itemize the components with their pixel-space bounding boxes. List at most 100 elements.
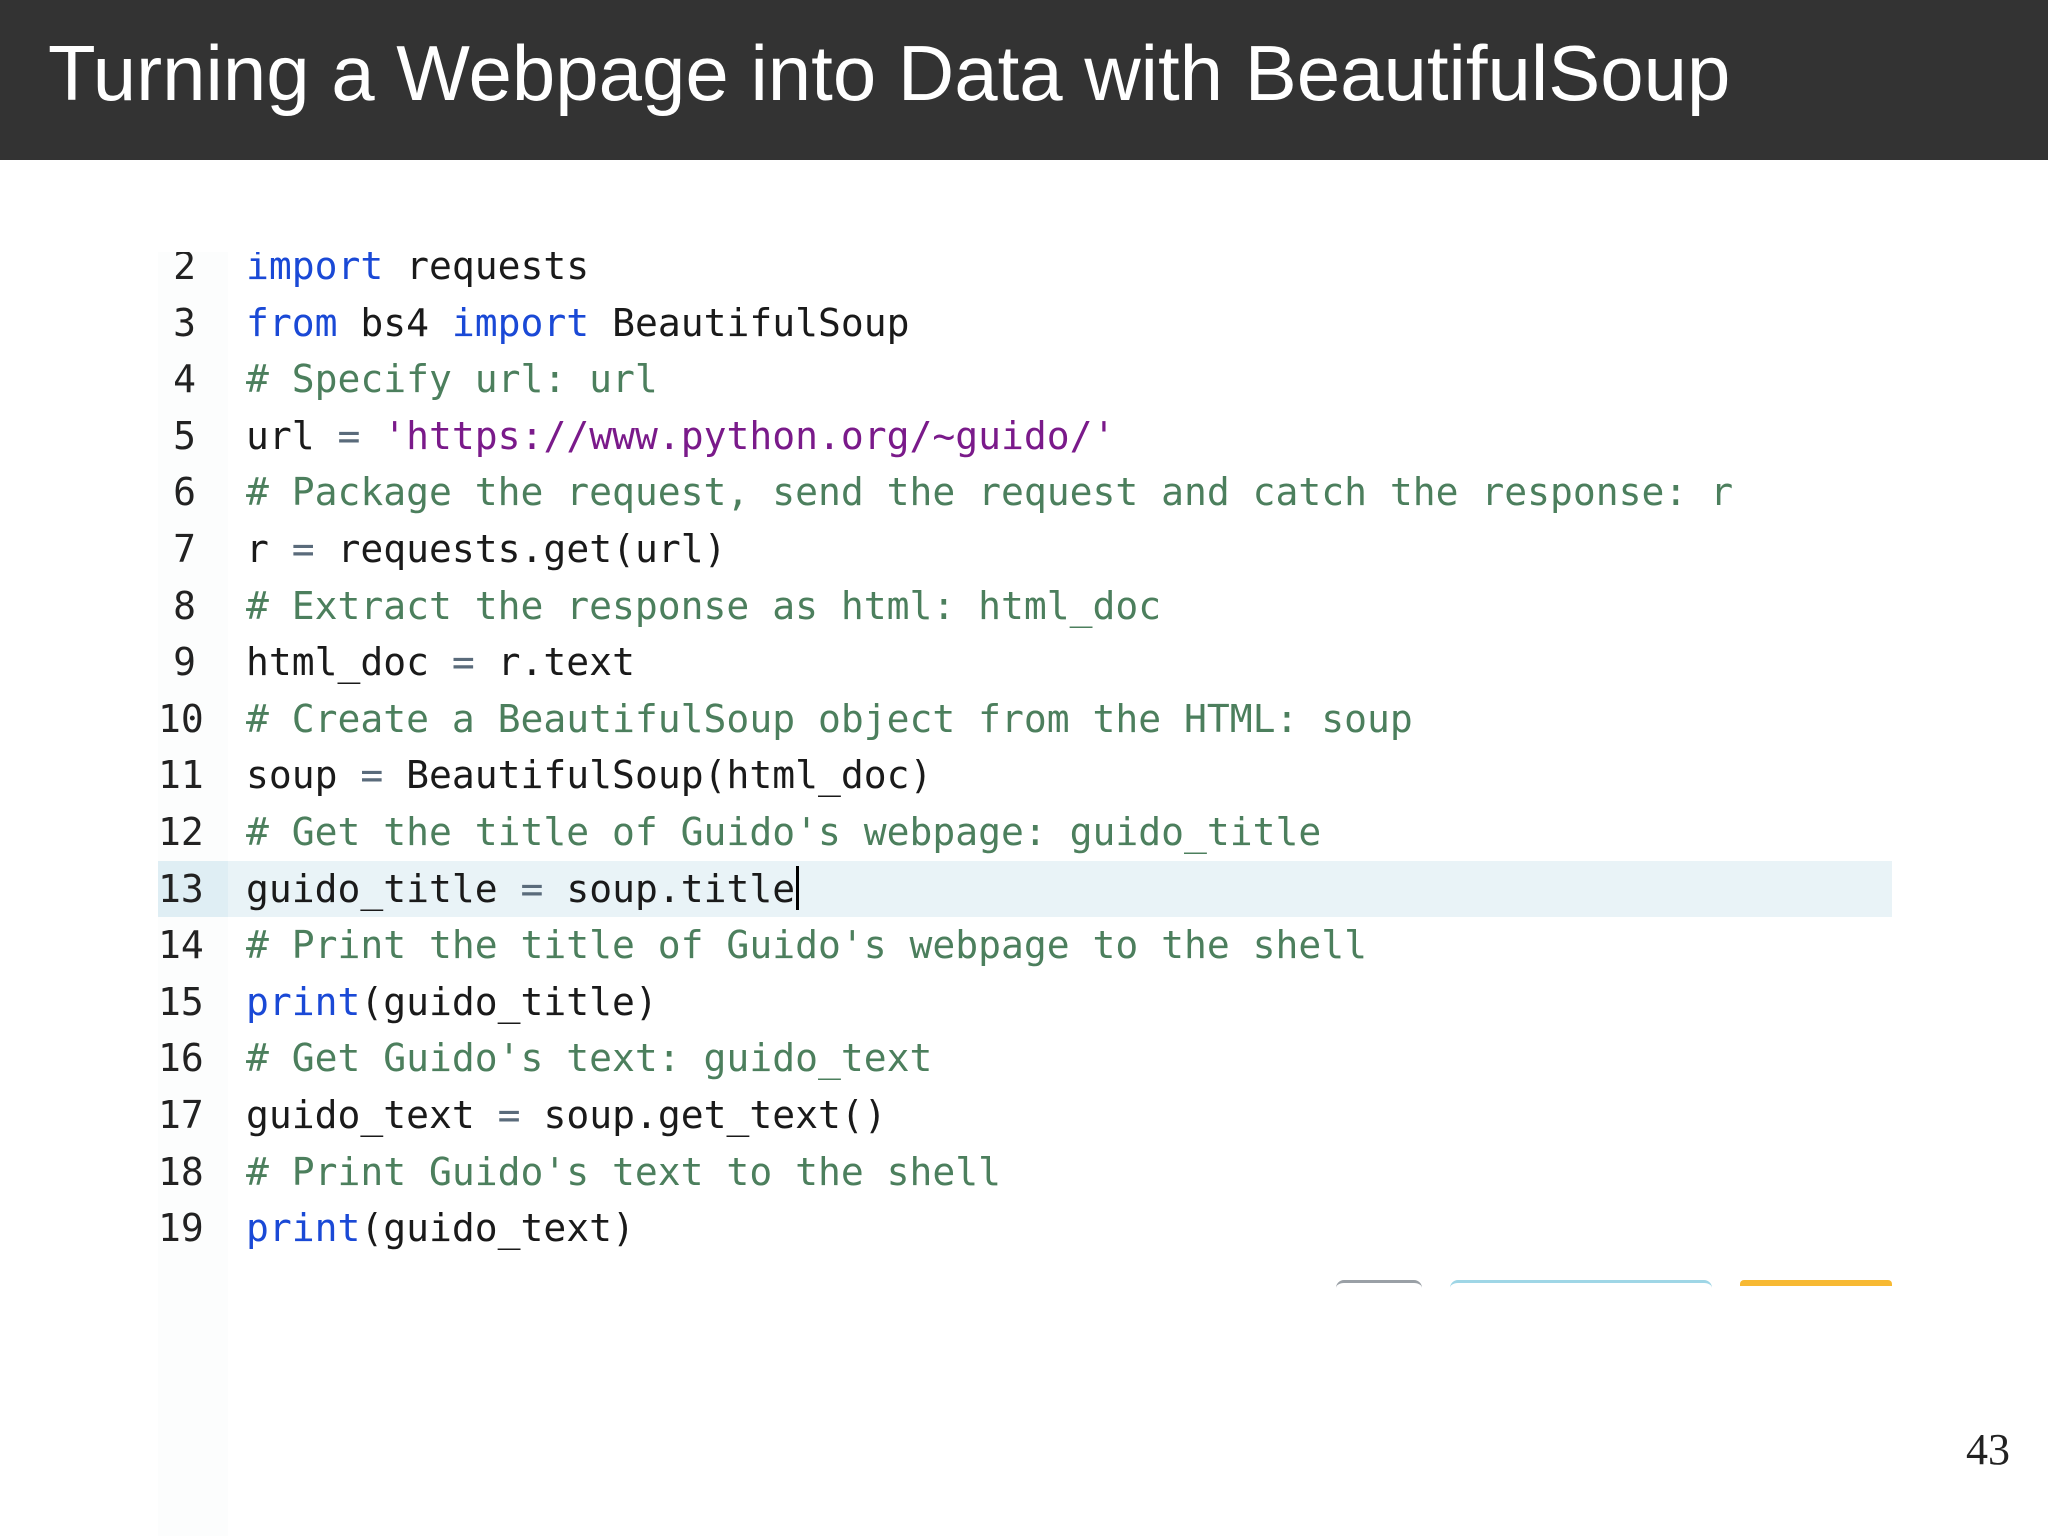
line-code: guido_text = soup.get_text() — [246, 1087, 887, 1144]
editor-gutter-extension — [158, 1284, 228, 1536]
keyword-token: print — [246, 979, 361, 1024]
line-number: 18 — [158, 1149, 204, 1194]
line-code: # Create a BeautifulSoup object from the… — [246, 691, 1413, 748]
code-line[interactable]: 3 from bs4 import BeautifulSoup — [158, 295, 1892, 352]
comment-token: # Extract the response as html: html_doc — [246, 583, 1162, 628]
line-number: 5 — [173, 413, 196, 458]
line-number: 6 — [173, 470, 196, 515]
line-number: 2 — [173, 252, 196, 288]
code-line[interactable]: 17 guido_text = soup.get_text() — [158, 1087, 1892, 1144]
comment-token: # Print Guido's text to the shell — [246, 1149, 1001, 1194]
line-number: 19 — [158, 1206, 204, 1251]
line-code: # Get the title of Guido's webpage: guid… — [246, 804, 1321, 861]
keyword-token: from — [246, 300, 338, 345]
line-code: from bs4 import BeautifulSoup — [246, 295, 909, 352]
code-line[interactable]: 10 # Create a BeautifulSoup object from t… — [158, 691, 1892, 748]
line-code: # Get Guido's text: guido_text — [246, 1030, 932, 1087]
keyword-token: import — [451, 300, 590, 345]
line-code: # Print Guido's text to the shell — [246, 1144, 1001, 1201]
line-code: guido_title = soup.title — [246, 861, 800, 918]
editor-toolbar-button-edge[interactable] — [1450, 1280, 1712, 1289]
code-line[interactable]: 14 # Print the title of Guido's webpage t… — [158, 917, 1892, 974]
operator-token: = — [337, 413, 361, 458]
line-number: 15 — [158, 979, 204, 1024]
line-code: html_doc = r.text — [246, 634, 635, 691]
string-token: 'https://www.python.org/~guido/' — [383, 413, 1116, 458]
line-number: 4 — [173, 357, 196, 402]
code-line[interactable]: 8 # Extract the response as html: html_do… — [158, 578, 1892, 635]
code-line[interactable]: 5 url = 'https://www.python.org/~guido/' — [158, 408, 1892, 465]
line-number: 10 — [158, 696, 204, 741]
line-code: # Print the title of Guido's webpage to … — [246, 917, 1367, 974]
comment-token: # Package the request, send the request … — [246, 470, 1734, 515]
code-token: (guido_text) — [360, 1206, 635, 1251]
line-code: print(guido_title) — [246, 974, 658, 1031]
line-number: 14 — [158, 923, 204, 968]
operator-token: = — [291, 526, 315, 571]
code-line[interactable]: 18 # Print Guido's text to the shell — [158, 1144, 1892, 1201]
code-line[interactable]: 15 print(guido_title) — [158, 974, 1892, 1031]
code-token: guido_text — [246, 1092, 498, 1137]
comment-token: # Get the title of Guido's webpage: guid… — [246, 809, 1322, 854]
slide: Turning a Webpage into Data with Beautif… — [0, 0, 2048, 1536]
keyword-token: print — [246, 1206, 361, 1251]
code-line[interactable]: 19 print(guido_text) — [158, 1200, 1892, 1257]
line-code: r = requests.get(url) — [246, 521, 726, 578]
operator-token: = — [451, 640, 475, 685]
editor-toolbar-button-edge[interactable] — [1336, 1280, 1422, 1289]
line-number: 7 — [173, 526, 196, 571]
code-token: requests.get(url) — [314, 526, 727, 571]
code-editor[interactable]: 2 import requests 3 from bs4 import Beautif… — [158, 252, 1892, 1284]
line-number: 3 — [173, 300, 196, 345]
line-code: url = 'https://www.python.org/~guido/' — [246, 408, 1115, 465]
line-number: 12 — [158, 809, 204, 854]
code-token: soup.title — [543, 866, 796, 911]
code-token: (guido_title) — [360, 979, 658, 1024]
code-line[interactable]: 9 html_doc = r.text — [158, 634, 1892, 691]
code-line[interactable]: 4 # Specify url: url — [158, 351, 1892, 408]
code-line[interactable]: 12 # Get the title of Guido's webpage: gu… — [158, 804, 1892, 861]
line-code: # Package the request, send the request … — [246, 464, 1733, 521]
comment-token: # Create a BeautifulSoup object from the… — [246, 696, 1413, 741]
code-line[interactable]: 13 guido_title = soup.title — [158, 860, 1892, 918]
code-token: html_doc — [246, 640, 452, 685]
line-number: 13 — [158, 860, 228, 918]
code-token: bs4 — [337, 300, 452, 345]
line-number: 9 — [173, 640, 196, 685]
line-code: import requests — [246, 252, 589, 295]
editor-submit-button-edge[interactable] — [1740, 1280, 1892, 1286]
comment-token: # Get Guido's text: guido_text — [246, 1036, 933, 1081]
code-line[interactable]: 16 # Get Guido's text: guido_text — [158, 1030, 1892, 1087]
code-token: soup.get_text() — [520, 1092, 887, 1137]
code-line[interactable]: 11 soup = BeautifulSoup(html_doc) — [158, 747, 1892, 804]
title-bar: Turning a Webpage into Data with Beautif… — [0, 0, 2048, 160]
text-cursor — [796, 866, 800, 911]
comment-token: # Print the title of Guido's webpage to … — [246, 923, 1368, 968]
code-token: BeautifulSoup(html_doc) — [383, 753, 933, 798]
operator-token: = — [360, 753, 384, 798]
comment-token: # Specify url: url — [246, 357, 658, 402]
code-token: soup — [246, 753, 361, 798]
page-number: 43 — [1966, 1425, 2010, 1474]
line-code: # Specify url: url — [246, 351, 658, 408]
code-line[interactable]: 6 # Package the request, send the request… — [158, 464, 1892, 521]
code-line[interactable]: 2 import requests — [158, 252, 1892, 295]
code-token: r.text — [474, 640, 635, 685]
line-number: 8 — [173, 583, 196, 628]
operator-token: = — [497, 1092, 521, 1137]
slide-title: Turning a Webpage into Data with Beautif… — [48, 29, 1731, 117]
line-number: 17 — [158, 1092, 204, 1137]
code-token: BeautifulSoup — [589, 300, 910, 345]
operator-token: = — [520, 866, 544, 911]
line-number: 16 — [158, 1036, 204, 1081]
line-code: soup = BeautifulSoup(html_doc) — [246, 747, 932, 804]
line-code: # Extract the response as html: html_doc — [246, 578, 1161, 635]
code-token: guido_title — [246, 866, 521, 911]
keyword-token: import — [246, 252, 384, 288]
code-line[interactable]: 7 r = requests.get(url) — [158, 521, 1892, 578]
line-code: print(guido_text) — [246, 1200, 635, 1257]
line-number: 11 — [158, 753, 204, 798]
code-token: requests — [383, 252, 590, 288]
code-token: r — [246, 526, 292, 571]
code-lines: 2 import requests 3 from bs4 import Beautif… — [158, 252, 1892, 1257]
